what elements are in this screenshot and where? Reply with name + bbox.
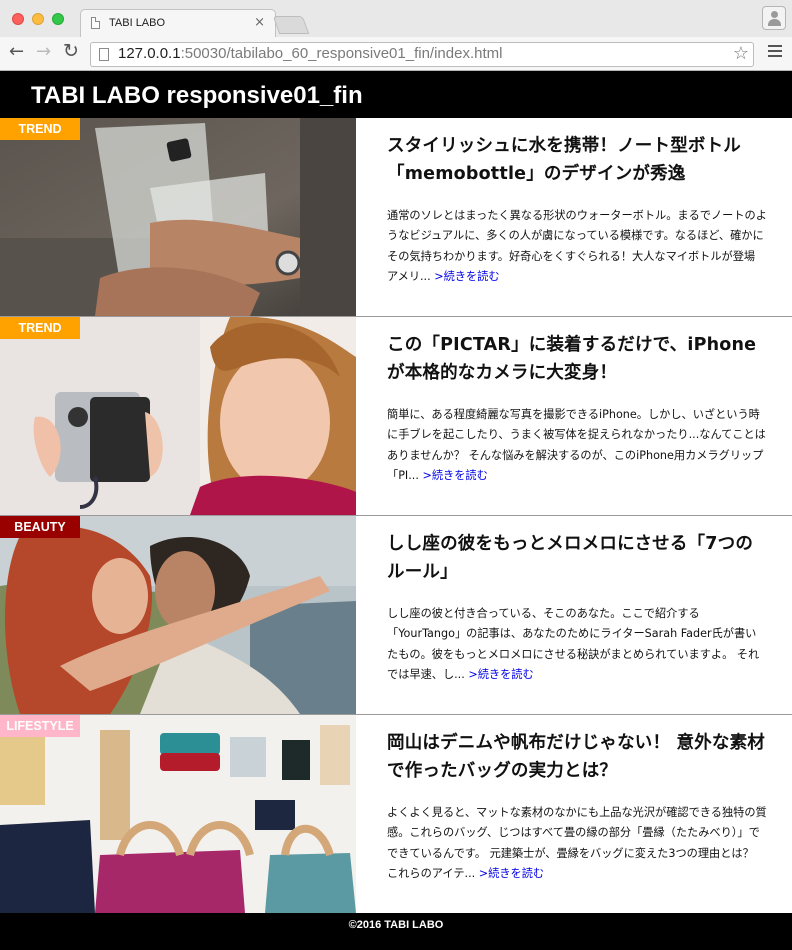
site-header: TABI LABO responsive01_fin [0,71,792,118]
read-more-link[interactable]: >続きを読む [434,270,499,283]
excerpt-text: よくよく見ると、マットな素材のなかにも上品な光沢が確認できる独特の質感。これらの… [387,806,767,880]
article-excerpt: よくよく見ると、マットな素材のなかにも上品な光沢が確認できる独特の質感。これらの… [387,803,767,884]
article-card[interactable]: BEAUTY しし座の彼をもっとメロメロにさせる「7つのルール」 しし座の彼と付… [0,516,792,715]
page-icon [99,48,109,61]
copyright-text: ©2016 TABI LABO [348,919,444,931]
camera-grip-photo [0,317,356,515]
reload-icon[interactable]: ↻ [63,40,79,62]
url-text[interactable]: 127.0.0.1:50030/tabilabo_60_responsive01… [118,45,502,62]
minimize-window-button[interactable] [32,13,44,25]
address-bar[interactable]: 127.0.0.1:50030/tabilabo_60_responsive01… [90,42,754,67]
article-headline[interactable]: スタイリッシュに水を携帯！ノート型ボトル「memobottle」のデザインが秀逸 [387,132,767,188]
url-host: 127.0.0.1 [118,45,181,62]
bookmark-star-icon[interactable]: ☆ [733,43,749,64]
person-icon [771,11,778,18]
read-more-link[interactable]: >続きを読む [468,668,533,681]
category-badge[interactable]: TREND [0,118,80,140]
article-card[interactable]: TREND この「PICTAR」に装着するだけで、iPhoneが本格的なカメラに… [0,317,792,516]
bottle-photo [0,118,356,316]
site-footer: ©2016 TABI LABO [0,913,792,950]
close-window-button[interactable] [12,13,24,25]
article-card[interactable]: LIFESTYLE 岡山はデニムや帆布だけじゃない！ 意外な素材で作ったバッグの… [0,715,792,914]
browser-titlebar: TABI LABO × [0,0,792,37]
article-excerpt: 通常のソレとはまったく異なる形状のウォーターボトル。まるでノートのようなビジュア… [387,206,767,287]
article-excerpt: 簡単に、ある程度綺麗な写真を撮影できるiPhone。しかし、いざという時に手ブレ… [387,405,767,486]
tab-title: TABI LABO [109,17,166,29]
article-thumbnail[interactable]: BEAUTY [0,516,356,714]
read-more-link[interactable]: >続きを読む [422,469,487,482]
article-excerpt: しし座の彼と付き合っている、そこのあなた。ここで紹介する「YourTango」の… [387,604,767,685]
forward-arrow-icon[interactable]: → [36,41,51,62]
article-card[interactable]: TREND スタイリッシュに水を携帯！ノート型ボトル「memobottle」のデ… [0,118,792,317]
couple-photo [0,516,356,714]
browser-toolbar: ← → ↻ 127.0.0.1:50030/tabilabo_60_respon… [0,37,792,71]
browser-tab[interactable]: TABI LABO × [80,9,276,37]
person-icon-body [768,19,781,26]
profile-button[interactable] [762,6,786,30]
new-tab-button[interactable] [272,16,310,34]
category-badge[interactable]: TREND [0,317,80,339]
bags-photo [0,715,356,913]
article-headline[interactable]: この「PICTAR」に装着するだけで、iPhoneが本格的なカメラに大変身！ [387,331,767,387]
page-icon [91,17,100,29]
read-more-link[interactable]: >続きを読む [479,867,544,880]
article-thumbnail[interactable]: TREND [0,317,356,515]
category-badge[interactable]: BEAUTY [0,516,80,538]
back-arrow-icon[interactable]: ← [9,41,24,62]
article-thumbnail[interactable]: LIFESTYLE [0,715,356,913]
article-headline[interactable]: 岡山はデニムや帆布だけじゃない！ 意外な素材で作ったバッグの実力とは？ [387,729,767,785]
tab-close-icon[interactable]: × [254,15,265,30]
maximize-window-button[interactable] [52,13,64,25]
article-thumbnail[interactable]: TREND [0,118,356,316]
site-title: TABI LABO responsive01_fin [31,82,363,109]
article-headline[interactable]: しし座の彼をもっとメロメロにさせる「7つのルール」 [387,530,767,586]
excerpt-text: しし座の彼と付き合っている、そこのあなた。ここで紹介する「YourTango」の… [387,607,760,681]
menu-icon[interactable] [768,45,782,59]
url-path: :50030/tabilabo_60_responsive01_fin/inde… [180,45,503,62]
category-badge[interactable]: LIFESTYLE [0,715,80,737]
